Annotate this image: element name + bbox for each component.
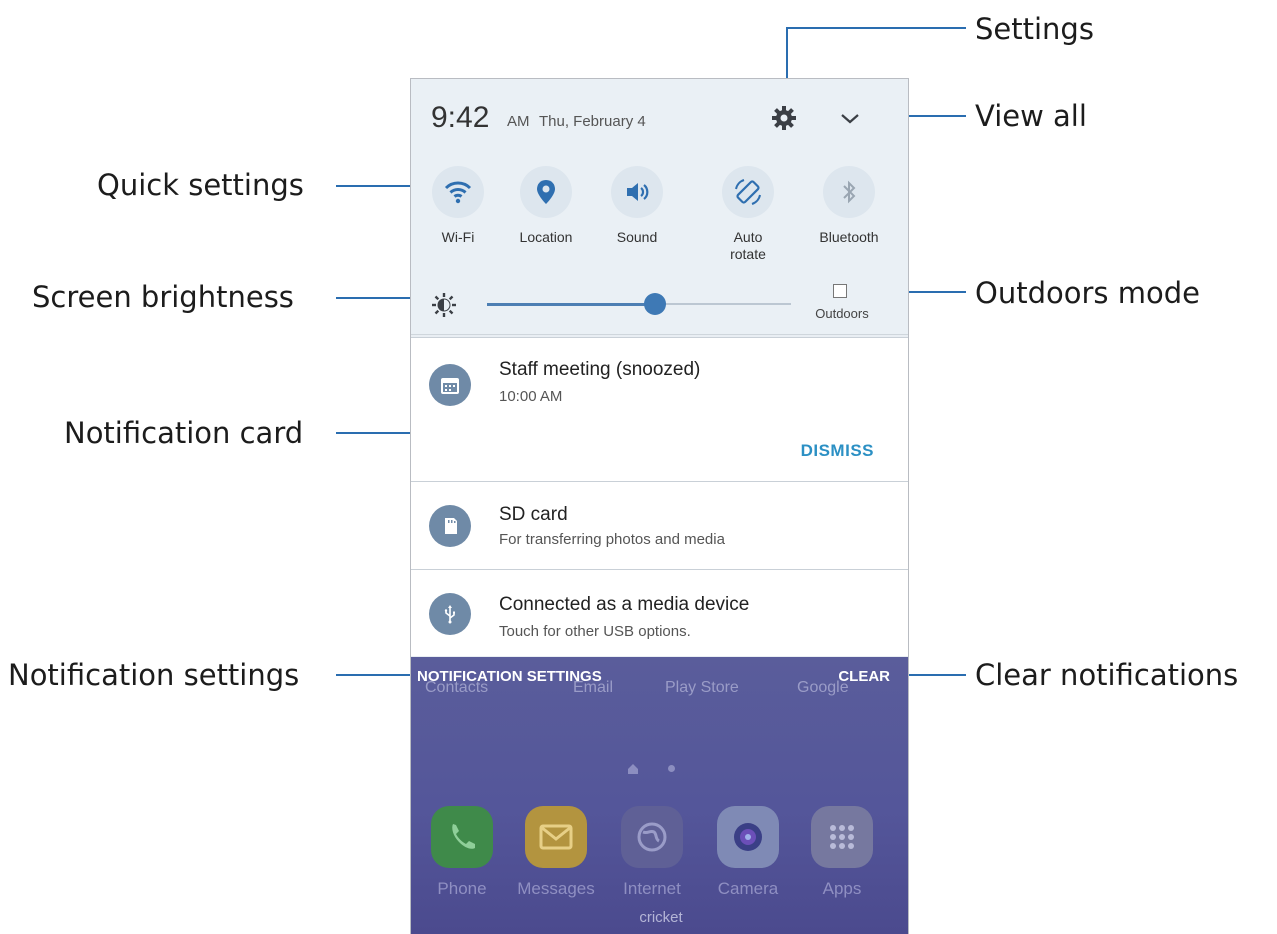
auto-rotate-icon[interactable] bbox=[722, 166, 774, 218]
outdoors-label: Outdoors bbox=[815, 306, 869, 321]
callout-screen-brightness: Screen brightness bbox=[32, 280, 294, 314]
status-date: Thu, February 4 bbox=[539, 113, 646, 130]
messages-app-label: Messages bbox=[517, 879, 595, 898]
dismiss-button[interactable]: DISMISS bbox=[801, 441, 874, 461]
notification-settings-callout-line bbox=[336, 674, 416, 676]
callout-notification-settings: Notification settings bbox=[8, 658, 300, 692]
clear-button[interactable]: CLEAR bbox=[838, 668, 890, 685]
apps-drawer-label: Apps bbox=[822, 879, 862, 898]
callout-outdoors-mode: Outdoors mode bbox=[975, 276, 1200, 310]
brightness-sun-icon bbox=[431, 292, 457, 318]
sd-card-icon bbox=[429, 505, 471, 547]
camera-app-label: Camera bbox=[717, 879, 779, 898]
notification-subtitle: 10:00 AM bbox=[499, 388, 563, 405]
settings-callout-line bbox=[786, 27, 966, 29]
calendar-icon bbox=[429, 364, 471, 406]
camera-app-icon[interactable] bbox=[717, 806, 779, 868]
usb-icon bbox=[429, 593, 471, 635]
notification-card-staff-meeting[interactable]: Staff meeting (snoozed) 10:00 AM DISMISS bbox=[411, 337, 908, 482]
brightness-track-empty bbox=[654, 303, 791, 305]
notification-card-sd-card[interactable]: SD card For transferring photos and medi… bbox=[411, 481, 908, 570]
bluetooth-label: Bluetooth bbox=[819, 229, 879, 245]
location-icon[interactable] bbox=[520, 166, 572, 218]
home-page-indicator-icon bbox=[627, 762, 639, 774]
outdoors-checkbox[interactable] bbox=[833, 284, 847, 298]
notification-subtitle: Touch for other USB options. bbox=[499, 623, 691, 640]
settings-gear-icon[interactable] bbox=[771, 105, 797, 131]
callout-clear-notifications: Clear notifications bbox=[975, 658, 1239, 692]
sound-label: Sound bbox=[616, 229, 658, 245]
callout-settings: Settings bbox=[975, 12, 1094, 46]
page-dot bbox=[668, 765, 675, 772]
auto-rotate-label: Auto rotate bbox=[730, 229, 766, 262]
callout-view-all: View all bbox=[975, 99, 1087, 133]
notification-footer: NOTIFICATION SETTINGS CLEAR bbox=[411, 666, 908, 692]
bluetooth-icon[interactable] bbox=[823, 166, 875, 218]
notification-subtitle: For transferring photos and media bbox=[499, 531, 725, 548]
status-time: 9:42 bbox=[431, 101, 490, 134]
apps-drawer-icon[interactable] bbox=[811, 806, 873, 868]
carrier-label: cricket bbox=[639, 909, 683, 926]
internet-app-label: Internet bbox=[623, 879, 681, 898]
phone-screen: Contacts Email Play Store Google Phone M… bbox=[410, 78, 909, 934]
notification-title: Connected as a media device bbox=[499, 594, 750, 615]
sound-icon[interactable] bbox=[611, 166, 663, 218]
callout-notification-card: Notification card bbox=[64, 416, 304, 450]
quick-panel: 9:42 AM Thu, February 4 Wi-Fi Location S… bbox=[411, 79, 908, 335]
phone-app-label: Phone bbox=[437, 879, 487, 898]
phone-app-icon[interactable] bbox=[431, 806, 493, 868]
brightness-slider-thumb[interactable] bbox=[644, 293, 666, 315]
location-label: Location bbox=[519, 229, 573, 245]
notification-title: SD card bbox=[499, 504, 568, 525]
messages-app-icon[interactable] bbox=[525, 806, 587, 868]
callout-quick-settings: Quick settings bbox=[97, 168, 304, 202]
notification-settings-button[interactable]: NOTIFICATION SETTINGS bbox=[417, 668, 602, 685]
wifi-icon[interactable] bbox=[432, 166, 484, 218]
notification-title: Staff meeting (snoozed) bbox=[499, 359, 701, 380]
view-all-chevron-down-icon[interactable] bbox=[839, 107, 861, 129]
notification-card-usb[interactable]: Connected as a media device Touch for ot… bbox=[411, 569, 908, 656]
status-ampm: AM bbox=[507, 113, 530, 130]
brightness-track-filled bbox=[487, 303, 654, 306]
internet-app-icon[interactable] bbox=[621, 806, 683, 868]
wifi-label: Wi-Fi bbox=[441, 229, 475, 245]
